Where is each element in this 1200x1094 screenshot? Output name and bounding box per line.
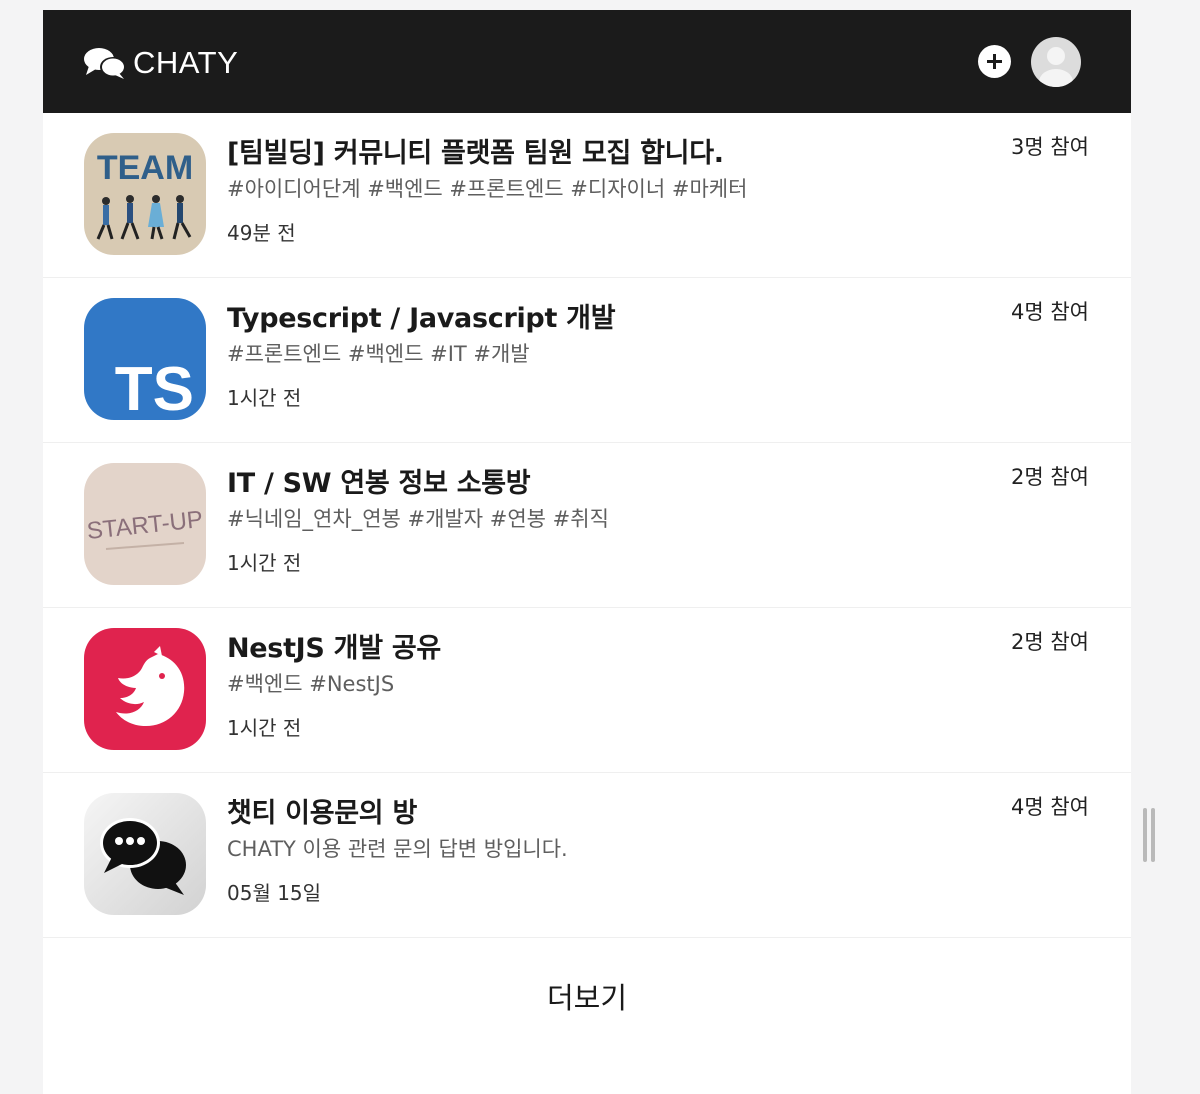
participant-count: 2명 참여 <box>1011 630 1089 654</box>
room-title: 챗티 이용문의 방 <box>227 798 417 829</box>
chat-bubbles-icon <box>84 48 126 79</box>
room-thumbnail: START-UP <box>84 463 206 585</box>
chat-bubbles-icon <box>84 793 206 915</box>
thumb-label: TEAM <box>97 149 193 187</box>
room-time: 49분 전 <box>227 221 296 245</box>
room-title: NestJS 개발 공유 <box>227 633 441 664</box>
chat-room-item[interactable]: START-UP IT / SW 연봉 정보 소통방 #닉네임_연차_연봉 #개… <box>43 443 1131 608</box>
room-time: 1시간 전 <box>227 386 302 410</box>
room-description: CHATY 이용 관련 문의 답변 방입니다. <box>227 837 568 861</box>
room-time: 1시간 전 <box>227 716 302 740</box>
load-more-button[interactable]: 더보기 <box>43 975 1131 1017</box>
nestjs-logo-icon <box>84 628 206 750</box>
thumb-label: TS <box>115 355 194 420</box>
room-thumbnail: TS <box>84 298 206 420</box>
room-thumbnail <box>84 628 206 750</box>
scrollbar-handle[interactable] <box>1143 808 1157 862</box>
plus-circle-icon <box>987 54 1002 69</box>
room-tags: #프론트엔드 #백엔드 #IT #개발 <box>227 342 530 366</box>
room-title: IT / SW 연봉 정보 소통방 <box>227 468 531 499</box>
create-room-button[interactable] <box>978 45 1011 78</box>
participant-count: 4명 참여 <box>1011 795 1089 819</box>
room-title: Typescript / Javascript 개발 <box>227 303 616 334</box>
chat-room-item[interactable]: 챗티 이용문의 방 CHATY 이용 관련 문의 답변 방입니다. 05월 15… <box>43 773 1131 938</box>
room-tags: #아이디어단계 #백엔드 #프론트엔드 #디자이너 #마케터 <box>227 177 748 201</box>
room-thumbnail: TEAM <box>84 133 206 255</box>
chat-room-item[interactable]: TS Typescript / Javascript 개발 #프론트엔드 #백엔… <box>43 278 1131 443</box>
participant-count: 3명 참여 <box>1011 135 1089 159</box>
app-window: CHATY TEAM [팀빌딩] 커뮤니티 플랫폼 팀원 모집 합니다. #아이… <box>43 10 1131 1094</box>
participant-count: 2명 참여 <box>1011 465 1089 489</box>
room-title: [팀빌딩] 커뮤니티 플랫폼 팀원 모집 합니다. <box>227 138 724 169</box>
room-tags: #닉네임_연차_연봉 #개발자 #연봉 #취직 <box>227 507 609 531</box>
brand-logo[interactable]: CHATY <box>83 43 238 83</box>
user-avatar[interactable] <box>1031 37 1081 87</box>
room-time: 05월 15일 <box>227 881 322 905</box>
brand-name: CHATY <box>133 45 239 80</box>
chat-room-list: TEAM [팀빌딩] 커뮤니티 플랫폼 팀원 모집 합니다. #아이디어단계 #… <box>43 113 1131 938</box>
top-header: CHATY <box>43 10 1131 113</box>
room-tags: #백엔드 #NestJS <box>227 672 395 696</box>
participant-count: 4명 참여 <box>1011 300 1089 324</box>
room-time: 1시간 전 <box>227 551 302 575</box>
user-avatar-icon <box>1039 47 1073 87</box>
chat-room-item[interactable]: TEAM [팀빌딩] 커뮤니티 플랫폼 팀원 모집 합니다. #아이디어단계 #… <box>43 113 1131 278</box>
chat-room-item[interactable]: NestJS 개발 공유 #백엔드 #NestJS 1시간 전 2명 참여 <box>43 608 1131 773</box>
room-thumbnail <box>84 793 206 915</box>
